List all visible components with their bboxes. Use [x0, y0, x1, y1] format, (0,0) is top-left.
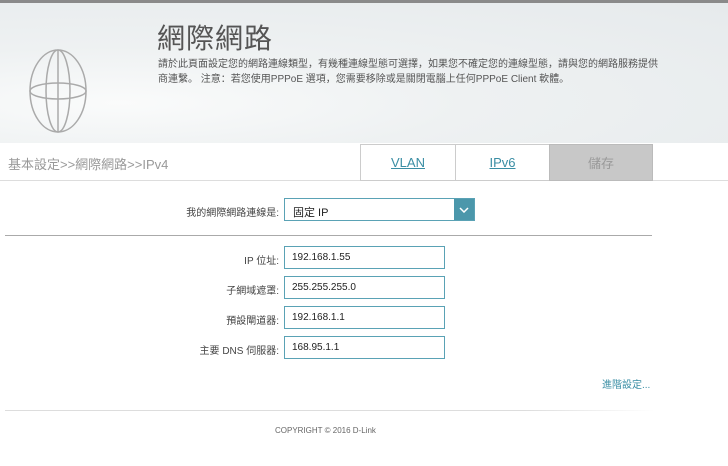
subnet-mask-label: 子網域遮罩: — [226, 286, 279, 297]
primary-dns-input[interactable]: 168.95.1.1 — [284, 336, 445, 359]
primary-dns-label: 主要 DNS 伺服器: — [199, 346, 279, 357]
ip-address-label: IP 位址: — [244, 256, 279, 267]
chevron-down-icon[interactable] — [454, 199, 474, 220]
save-button[interactable]: 儲存 — [549, 144, 653, 181]
connection-type-value: 固定 IP — [293, 207, 329, 219]
connection-type-label: 我的網際網路連線是: — [186, 208, 279, 219]
subnet-mask-input[interactable]: 255.255.255.0 — [284, 276, 445, 299]
default-gateway-input[interactable]: 192.168.1.1 — [284, 306, 445, 329]
breadcrumb: 基本設定>>網際網路>>IPv4 — [8, 157, 169, 172]
globe-icon — [29, 49, 87, 133]
tab-vlan[interactable]: VLAN — [360, 144, 456, 181]
tab-vlan-link[interactable]: VLAN — [391, 155, 425, 170]
tab-ipv6-link[interactable]: IPv6 — [489, 155, 515, 170]
page-description: 請於此頁面設定您的網路連線類型，有幾種連線型態可選擇，如果您不確定您的連線型態，… — [158, 59, 658, 85]
divider — [5, 235, 652, 236]
footer-divider — [5, 410, 655, 411]
default-gateway-label: 預設閘道器: — [226, 316, 279, 327]
page-header: 網際網路 請於此頁面設定您的網路連線類型，有幾種連線型態可選擇，如果您不確定您的… — [0, 3, 728, 143]
page-title: 網際網路 — [157, 23, 274, 54]
advanced-settings-link[interactable]: 進階設定... — [602, 376, 650, 391]
connection-type-select[interactable]: 固定 IP — [284, 198, 475, 221]
copyright: COPYRIGHT © 2016 D-Link — [275, 426, 376, 435]
ip-address-input[interactable]: 192.168.1.55 — [284, 246, 445, 269]
nav-row: 基本設定>>網際網路>>IPv4 VLAN IPv6 儲存 — [0, 143, 728, 181]
tab-ipv6[interactable]: IPv6 — [455, 144, 550, 181]
